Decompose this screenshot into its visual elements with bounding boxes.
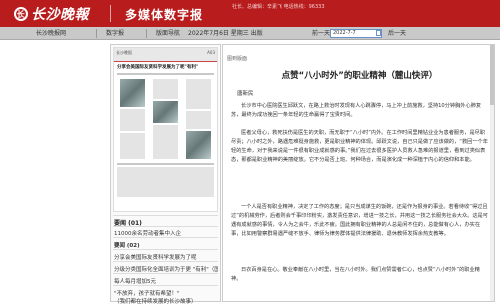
list-item[interactable]: 分级分类国际化全面培训为于更 "有利"（国际长沙） (114, 265, 218, 273)
page-list-panel: 长沙晚报 A03 分享会美国际友贤科学发展为了呢"有利" 要闻 (01) 110… (110, 44, 221, 305)
thumbnail-columns (114, 77, 217, 161)
thumbnail-headline: 分享会美国际友贤科学发展为了呢"有利" (117, 65, 199, 70)
logo-text: 长沙晚報 (31, 7, 89, 23)
list-item[interactable]: 每人每月增加5元 (114, 277, 218, 285)
list-divider (113, 273, 218, 274)
list-divider (113, 215, 218, 216)
scrollbar-thumb[interactable] (490, 45, 494, 105)
list-divider (113, 249, 218, 250)
tab-digital-paper[interactable]: 数字报 (100, 27, 130, 40)
list-divider (113, 285, 218, 286)
thumbnail-photo (120, 79, 145, 107)
breadcrumb[interactable]: 图到版面 (227, 55, 247, 62)
list-divider (113, 226, 218, 227)
section-heading[interactable]: 要闻 (02) (114, 241, 218, 249)
thumbnail-header-left: 长沙晚报 (116, 50, 132, 55)
thumbnail-rule (117, 163, 214, 165)
logo-mark-icon: 长 (14, 7, 28, 21)
thumbnail-photo (153, 101, 178, 123)
newspaper-logo[interactable]: 长 长沙晚報 (14, 5, 89, 23)
thumbnail-rule (117, 73, 214, 75)
list-divider (113, 237, 218, 238)
banner-title: 多媒体数字报 (125, 8, 204, 22)
previous-day-button[interactable]: 前一天 (312, 27, 330, 40)
list-item-subtitle[interactable]: （我们都在持续发展的长沙故事） (114, 297, 218, 305)
next-day-button[interactable]: 后一天 (388, 27, 406, 40)
thumbnail-header: 长沙晚报 A03 (114, 48, 217, 62)
nav-bar: 长沙晚报网 数字报 版面导航 2022年7月6日 星期三 出版 前一天 2022… (0, 27, 500, 40)
banner-contact-info: 社长、总编辑：辛素飞 电话热线：96333 (232, 4, 325, 10)
article-title: 点赞“八小时外”的职业精神（麓山快评） (281, 71, 438, 81)
thumbnail-page-number: A03 (207, 50, 215, 55)
thumbnail-text-block (153, 125, 178, 159)
calendar-icon[interactable] (376, 30, 381, 36)
article-paragraph: 日衣百身是在心。敬业奉献在八小时里，当在八小时外。我们点赞需者仁心，也点赞“八小… (231, 267, 480, 282)
list-item[interactable]: 分享会美国际友贤科学发展为了呢 (114, 253, 218, 261)
thumbnail-text-block (186, 111, 211, 129)
article-author: 唐新民 (237, 91, 254, 97)
thumbnail-text-block (117, 167, 214, 197)
nav-divider (146, 29, 147, 38)
article-panel: 图到版面 点赞“八小时外”的职业精神（麓山快评） 唐新民 长沙市中心医院医生邱跃… (222, 44, 495, 302)
tab-changsha-evening-news-site[interactable]: 长沙晚报网 (30, 27, 72, 40)
publication-date: 2022年7月6日 星期三 出版 (188, 30, 263, 37)
list-item[interactable]: "不放弃，孩子就有希望！" (114, 289, 218, 297)
tab-page-navigation[interactable]: 版面导航 (150, 27, 186, 40)
page-thumbnail[interactable]: 长沙晚报 A03 分享会美国际友贤科学发展为了呢"有利" (113, 47, 218, 212)
thumbnail-text-block (120, 109, 145, 131)
thumbnail-text-block (186, 79, 211, 109)
thumbnail-text-block (153, 79, 178, 99)
article-paragraph: 长沙市中心医院医生邱跃文，在路上救治时发现有人心跳骤停，马上冲上前施救，坚持10… (231, 103, 482, 118)
date-input[interactable]: 2022-7-7 (330, 29, 382, 38)
list-item[interactable]: 11000余名劳动者集中入企 (114, 229, 218, 237)
top-banner: 长 长沙晚報 多媒体数字报 社长、总编辑：辛素飞 电话热线：96333 (0, 0, 500, 27)
article-paragraph: 医者父母心，救死扶伤是医生的天职，而无职于“八小时”内外。在工作时间里精钻业业为… (231, 130, 488, 163)
article-paragraph: 一个人是否有职业精神，决定了工作的态度；是只当成谋生的饭碗，还是作为报身的事业。… (231, 204, 488, 237)
thumbnail-text-block (120, 133, 145, 159)
nav-divider (96, 29, 97, 38)
thumbnail-photo (186, 131, 211, 159)
list-divider (113, 261, 218, 262)
banner-divider (110, 5, 111, 22)
